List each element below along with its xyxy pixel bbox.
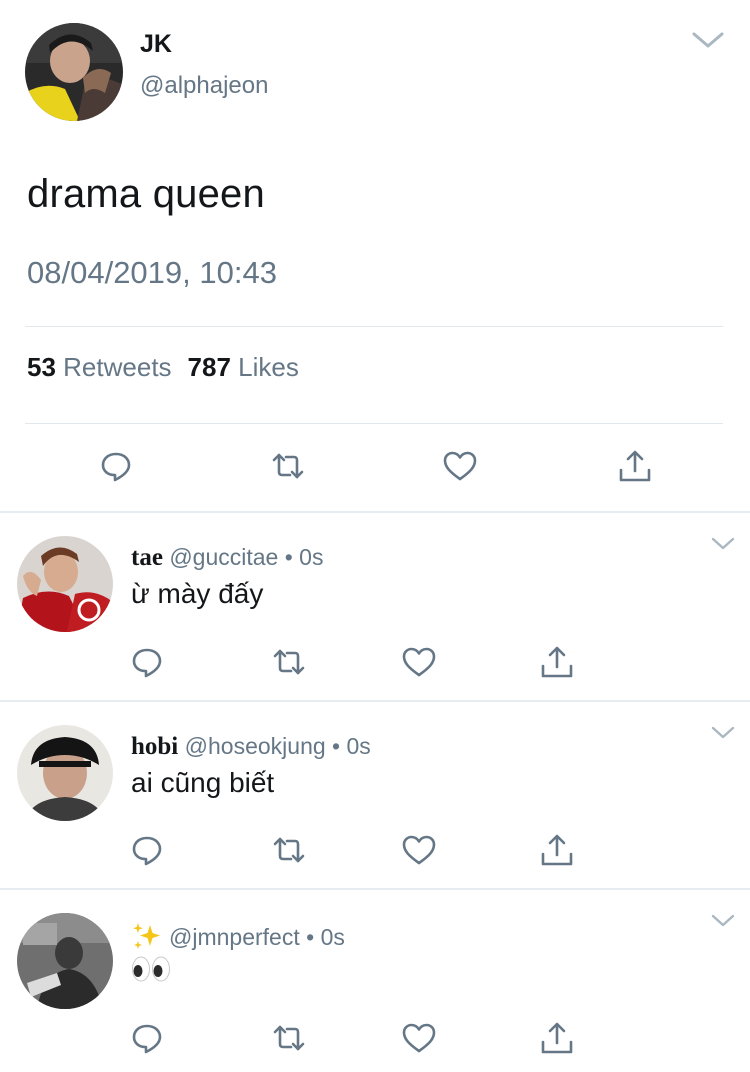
like-icon[interactable]: [401, 1020, 437, 1056]
reply-tweet[interactable]: @jmnperfect • 0s: [0, 891, 750, 1072]
avatar[interactable]: [17, 725, 113, 821]
retweet-icon[interactable]: [271, 1020, 307, 1056]
like-icon[interactable]: [442, 448, 478, 484]
share-icon[interactable]: [617, 448, 653, 484]
share-icon[interactable]: [539, 832, 575, 868]
likes-label[interactable]: Likes: [238, 352, 299, 382]
share-icon[interactable]: [539, 644, 575, 680]
eyes-emoji-icon: [131, 956, 171, 982]
divider: [25, 423, 723, 424]
retweets-count[interactable]: 53: [27, 352, 56, 382]
reply-time[interactable]: 0s: [299, 544, 323, 570]
reply-author-handle[interactable]: @jmnperfect: [169, 924, 300, 950]
chevron-down-icon[interactable]: [710, 725, 736, 741]
reply-author-handle[interactable]: @guccitae: [169, 544, 278, 570]
reply-tweet[interactable]: tae @guccitae • 0s ừ mày đấy: [0, 514, 750, 700]
retweet-icon[interactable]: [271, 644, 307, 680]
chevron-down-icon[interactable]: [710, 536, 736, 552]
like-icon[interactable]: [401, 644, 437, 680]
reply-author-name[interactable]: tae: [131, 544, 163, 571]
sparkles-emoji-icon: [131, 921, 163, 951]
divider: [0, 700, 750, 702]
chevron-down-icon[interactable]: [690, 28, 726, 52]
separator-dot: •: [284, 544, 293, 570]
share-icon[interactable]: [539, 1020, 575, 1056]
chevron-down-icon[interactable]: [710, 913, 736, 929]
reply-icon[interactable]: [129, 644, 165, 680]
tweet-actions: [0, 448, 750, 488]
reply-time[interactable]: 0s: [347, 733, 371, 759]
retweets-label[interactable]: Retweets: [63, 352, 171, 382]
tweet-stats: 53 Retweets 787 Likes: [27, 352, 299, 383]
author-name[interactable]: JK: [140, 30, 172, 59]
retweet-icon[interactable]: [270, 448, 306, 484]
likes-count[interactable]: 787: [188, 352, 231, 382]
reply-tweet[interactable]: hobi @hoseokjung • 0s ai cũng biết: [0, 703, 750, 889]
retweet-icon[interactable]: [271, 832, 307, 868]
reply-icon[interactable]: [129, 1020, 165, 1056]
tweet-text: drama queen: [27, 172, 265, 216]
reply-author-handle[interactable]: @hoseokjung: [185, 733, 326, 759]
author-avatar[interactable]: [25, 23, 123, 121]
reply-time[interactable]: 0s: [321, 924, 345, 950]
reply-text: ai cũng biết: [131, 767, 275, 798]
divider: [25, 326, 723, 327]
tweet-timestamp[interactable]: 08/04/2019, 10:43: [27, 255, 277, 291]
divider: [0, 511, 750, 513]
reply-icon[interactable]: [129, 832, 165, 868]
reply-icon[interactable]: [98, 448, 134, 484]
reply-text: [131, 955, 171, 987]
separator-dot: •: [306, 924, 315, 950]
reply-text: ừ mày đấy: [131, 578, 264, 609]
avatar[interactable]: [17, 536, 113, 632]
avatar[interactable]: [17, 913, 113, 1009]
reply-header: @jmnperfect • 0s: [131, 921, 345, 951]
like-icon[interactable]: [401, 832, 437, 868]
main-tweet: JK @alphajeon drama queen 08/04/2019, 10…: [0, 0, 750, 512]
reply-author-name[interactable]: hobi: [131, 733, 178, 760]
divider: [0, 888, 750, 890]
reply-header: tae @guccitae • 0s: [131, 544, 323, 572]
author-handle[interactable]: @alphajeon: [140, 72, 268, 100]
separator-dot: •: [332, 733, 341, 759]
reply-header: hobi @hoseokjung • 0s: [131, 733, 371, 761]
